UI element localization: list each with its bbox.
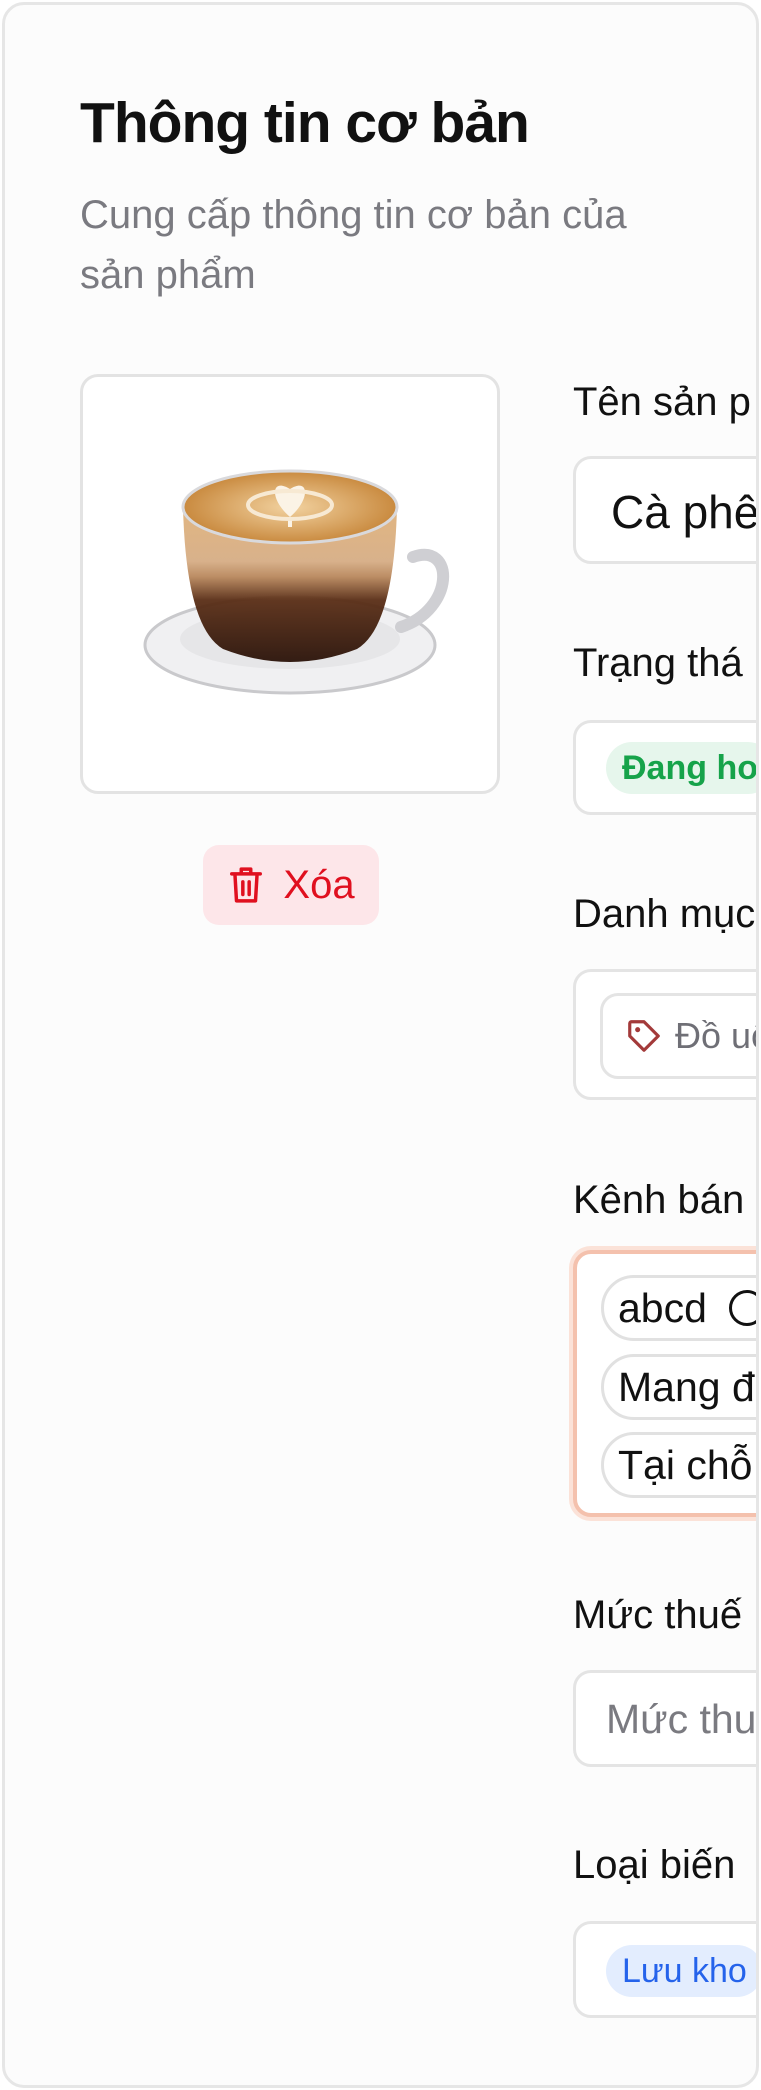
channel-chip-label: abcd — [618, 1284, 707, 1331]
channel-chip-label: Tại chỗ — [618, 1441, 753, 1488]
delete-image-button[interactable]: Xóa — [203, 845, 379, 925]
tax-input[interactable]: Mức thu — [573, 1670, 757, 1767]
channel-chip[interactable]: Mang đ — [601, 1354, 756, 1420]
status-badge: Đang ho — [606, 742, 756, 794]
variant-type-badge: Lưu kho — [606, 1945, 756, 1997]
category-tag[interactable]: Đồ uố — [600, 993, 756, 1079]
channel-chip-label: Mang đ — [618, 1363, 755, 1410]
channel-chip[interactable]: abcd — [601, 1275, 756, 1341]
sales-channel-multiselect[interactable]: abcd Mang đ Tại chỗ — [573, 1250, 756, 1517]
cappuccino-cup-image — [143, 469, 450, 695]
product-image[interactable] — [80, 374, 500, 794]
close-circle-icon[interactable] — [728, 1290, 756, 1326]
trash-icon — [230, 867, 263, 903]
tag-icon — [628, 1020, 660, 1052]
product-name-label: Tên sản p — [573, 380, 751, 424]
sales-channel-label: Kênh bán — [573, 1178, 745, 1222]
status-label: Trạng thá — [573, 641, 743, 685]
product-name-input[interactable]: Cà phê — [573, 456, 759, 564]
status-select[interactable]: Đang ho — [573, 720, 756, 815]
category-tag-label: Đồ uố — [675, 1015, 756, 1056]
category-select[interactable]: Đồ uố — [573, 969, 756, 1100]
tax-label: Mức thuế — [573, 1593, 743, 1637]
tax-placeholder: Mức thu — [606, 1696, 757, 1742]
basic-info-card: Thông tin cơ bản Cung cấp thông tin cơ b… — [2, 2, 759, 2088]
product-name-value: Cà phê — [611, 486, 759, 538]
variant-type-label: Loại biến — [573, 1843, 736, 1887]
channel-chip[interactable]: Tại chỗ — [601, 1432, 756, 1498]
variant-type-select[interactable]: Lưu kho — [573, 1921, 756, 2018]
section-title: Thông tin cơ bản — [80, 91, 530, 155]
section-subtitle: Cung cấp thông tin cơ bản của sản phẩm — [80, 193, 627, 297]
delete-label: Xóa — [283, 862, 355, 907]
category-label: Danh mục — [573, 892, 756, 936]
